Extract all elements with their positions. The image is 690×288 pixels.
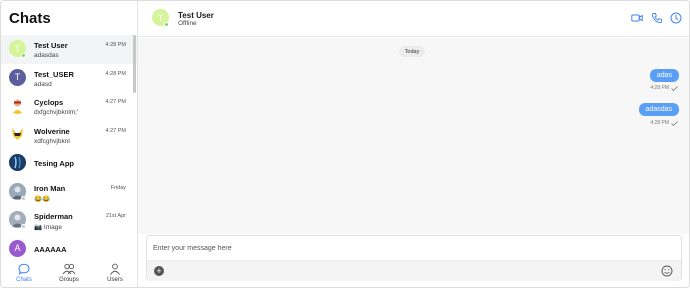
chat-item-spiderman[interactable]: Spiderman 📷 Image 21st Apr [1,206,137,235]
online-status-dot [164,22,169,27]
nav-groups[interactable]: Groups [54,263,84,283]
groups-icon [62,263,76,275]
message-time: 4:28 PM [650,85,669,91]
phone-icon[interactable] [651,12,663,24]
chat-name: Spiderman [34,212,73,221]
chat-preview: adasd [34,80,52,88]
composer-toolbar: + [147,260,681,281]
message-time: 4:28 PM [650,120,669,126]
nav-users[interactable]: Users [100,263,130,283]
chat-time: 4:27 PM [105,127,126,134]
chat-preview: 😂😂 [34,195,51,203]
video-call-icon[interactable] [631,12,643,24]
chat-header: T Test User Offline [138,1,689,37]
attach-plus-icon[interactable]: + [154,266,164,276]
chat-item-aaaaaa[interactable]: A AAAAAA [1,235,137,258]
emoji-icon[interactable] [661,265,673,277]
message-bubble-outgoing[interactable]: adas [649,69,679,82]
chat-item-test-user-2[interactable]: T Test_USER adasd 4:28 PM [1,64,137,93]
chat-time: 4:27 PM [105,99,126,105]
avatar-image [9,154,26,171]
info-icon[interactable] [670,12,682,24]
chat-name: Tesing App [34,159,74,168]
nav-groups-label: Groups [59,277,79,283]
checkmark-icon [671,120,678,126]
chat-item-iron-man[interactable]: Iron Man 😂😂 Friday [1,178,137,207]
nav-chats[interactable]: Chats [9,263,39,283]
chat-name: AAAAAA [34,244,67,254]
bottom-nav: Chats Groups Users [1,257,137,287]
sidebar-title: Chats [9,10,51,27]
chat-name: Test_USER [34,69,74,79]
chat-time: 21st Apr [105,213,126,219]
avatar: A [9,239,26,257]
chat-bubble-icon [18,263,30,275]
message-area: Today adas 4:28 PM adasdas 4:28 PM [138,38,689,234]
message-composer: + [146,235,682,281]
message-meta: 4:28 PM [650,120,678,126]
chat-time: 4:28 PM [105,42,126,48]
chat-name: Wolverine [34,126,70,136]
chat-item-test-user[interactable]: T Test User adasdas 4:28 PM [1,35,137,64]
chat-item-tesing-app[interactable]: Tesing App [1,149,137,178]
chat-item-cyclops[interactable]: Cyclops dxfgchvjbknlm;' 4:27 PM [1,92,137,121]
online-status-dot [21,224,26,229]
chat-list-scrollbar[interactable] [133,35,136,93]
online-status-dot [21,53,26,58]
header-contact-status: Offline [178,20,197,27]
online-status-dot [21,195,26,201]
user-icon [110,263,120,275]
avatar: T [9,68,26,86]
chat-name: Test User [34,41,68,50]
checkmark-icon [671,85,678,91]
date-separator: Today [399,46,425,57]
message-meta: 4:28 PM [650,85,678,91]
avatar-image [9,97,26,114]
chat-preview: dxfgchvjbknlm;' [34,109,79,116]
chat-time: Friday [110,184,126,191]
chat-item-wolverine[interactable]: Wolverine xdfcghvjbknl 4:27 PM [1,121,137,150]
nav-users-label: Users [107,277,123,283]
app-window: Chats T Test User adasdas 4:28 PM T Test… [0,0,690,288]
chat-time: 4:28 PM [105,70,126,77]
chat-preview: xdfcghvjbknl [34,137,70,145]
sidebar: Chats T Test User adasdas 4:28 PM T Test… [1,1,138,287]
nav-chats-label: Chats [16,277,32,283]
chat-preview: adasdas [34,52,59,59]
header-contact-name[interactable]: Test User [178,11,214,20]
message-input[interactable] [147,236,681,260]
chat-name: Iron Man [34,183,66,193]
chat-preview: 📷 Image [34,224,62,231]
chat-list: T Test User adasdas 4:28 PM T Test_USER … [1,35,137,257]
message-bubble-outgoing[interactable]: adasdas [638,103,679,116]
avatar-image [9,125,26,143]
chat-name: Cyclops [34,98,64,107]
